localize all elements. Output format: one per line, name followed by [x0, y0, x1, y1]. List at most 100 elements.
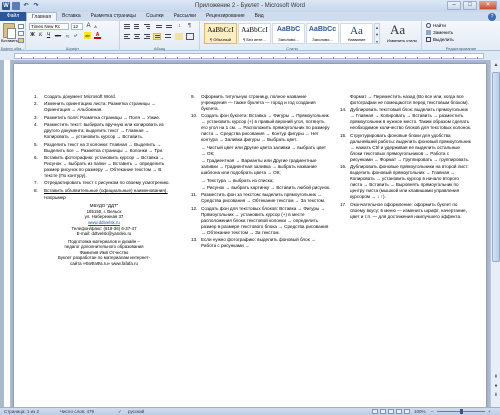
- underline-button[interactable]: Ч: [45, 32, 52, 39]
- styles-scroll-icon[interactable]: ▲ ▼ ▾: [374, 23, 380, 44]
- ruler-tick: [285, 57, 286, 59]
- next-page-icon[interactable]: ⇟: [492, 391, 500, 399]
- style-normal[interactable]: AaBbCcI ¶ Обычный: [204, 23, 237, 44]
- find-icon: [426, 23, 431, 28]
- list-item: 15. Структурировать фоновые блоки для удо…: [340, 133, 472, 163]
- title-bar: W ↶ ↷ Приложение 2 - Буклет - Microsoft …: [0, 0, 500, 12]
- justify-icon[interactable]: [153, 33, 161, 40]
- shrink-font-button[interactable]: A: [92, 23, 99, 30]
- select-button[interactable]: Выделить: [426, 37, 454, 42]
- paste-icon[interactable]: [3, 23, 16, 39]
- browse-object-icon[interactable]: ●: [492, 382, 500, 390]
- bullets-icon[interactable]: [123, 23, 131, 30]
- ruler-tick: [45, 57, 46, 59]
- copy-icon[interactable]: [18, 31, 24, 36]
- subscript-button[interactable]: x₂: [64, 32, 71, 39]
- list-number: 3.: [34, 114, 38, 120]
- font-group-label: Шрифт: [65, 46, 80, 51]
- bold-button[interactable]: Ж: [29, 32, 36, 39]
- paragraph-group-label: Абзац: [153, 46, 166, 51]
- zoom-in-button[interactable]: +: [488, 408, 491, 415]
- print-layout-icon[interactable]: [372, 409, 378, 414]
- change-styles-button[interactable]: Изменить стили: [387, 38, 417, 43]
- minimize-button[interactable]: –: [447, 1, 461, 10]
- web-layout-icon[interactable]: [388, 409, 394, 414]
- style-no-spacing[interactable]: AaBbCcI ¶ Без инте...: [238, 23, 271, 44]
- align-center-icon[interactable]: [133, 33, 141, 40]
- horizontal-ruler[interactable]: [0, 52, 500, 60]
- ruler-tick: [153, 57, 154, 59]
- list-item: → Текстура → выбрать из списка;: [191, 178, 331, 184]
- outline-icon[interactable]: [396, 409, 402, 414]
- ruler-tick: [249, 57, 250, 59]
- full-screen-icon[interactable]: [380, 409, 386, 414]
- highlight-button[interactable]: ab: [84, 32, 91, 39]
- tab-view[interactable]: Вид: [250, 12, 269, 21]
- show-marks-button[interactable]: ¶: [186, 23, 193, 30]
- word-count[interactable]: Число слов: 479: [60, 408, 94, 415]
- page-count[interactable]: Страница: 1 из 2: [4, 408, 39, 415]
- tab-insert[interactable]: Вставка: [57, 12, 86, 21]
- zoom-level[interactable]: 100%: [414, 408, 426, 415]
- tab-page-layout[interactable]: Разметка страницы: [86, 12, 141, 21]
- italic-button[interactable]: К: [37, 32, 44, 39]
- document-page[interactable]: 1. Создать документ Microsoft Word. 2. Изм…: [14, 64, 486, 407]
- help-icon[interactable]: ?: [488, 13, 496, 21]
- clipboard-group-label: Буфер обм...: [0, 46, 25, 51]
- list-text: Дублировать фоновые прямоугольники на вт…: [350, 164, 469, 200]
- cut-icon[interactable]: [18, 24, 24, 29]
- list-text: → Текстура → выбрать из списка;: [201, 177, 274, 183]
- style-name: Заголово...: [278, 37, 299, 42]
- close-button[interactable]: ✕: [479, 1, 497, 10]
- maximize-button[interactable]: □: [463, 1, 477, 10]
- list-number: 15.: [340, 132, 347, 138]
- tab-references[interactable]: Ссылки: [141, 12, 169, 21]
- font-family-select[interactable]: Times New Rc: [29, 23, 69, 30]
- tab-review[interactable]: Рецензирование: [201, 12, 250, 21]
- list-text: → Рисунок → выбрать картинку → Вставить …: [201, 184, 331, 190]
- proofing-icon[interactable]: ✓: [118, 408, 122, 415]
- ruler-tick: [333, 57, 334, 59]
- list-text: Разделить текст на 3 колонки: Главная → …: [44, 141, 164, 153]
- sort-button[interactable]: ↕: [176, 23, 183, 30]
- style-heading-2[interactable]: AaBbCc Заголово...: [306, 23, 339, 44]
- strikethrough-button[interactable]: abc: [53, 32, 63, 39]
- vertical-scrollbar[interactable]: ▲ ⇞ ● ⇟: [490, 60, 500, 407]
- scroll-thumb[interactable]: [492, 72, 500, 262]
- font-group: Times New Rc 12 A A Ж К Ч abc x₂ x² ab A…: [26, 21, 120, 51]
- tab-file[interactable]: Файл: [0, 12, 26, 21]
- prev-page-icon[interactable]: ⇞: [492, 373, 500, 381]
- borders-icon[interactable]: [186, 33, 194, 40]
- shading-icon[interactable]: [175, 33, 183, 40]
- line-spacing-icon[interactable]: [164, 33, 172, 40]
- ruler-tick: [165, 57, 166, 59]
- align-left-icon[interactable]: [123, 33, 131, 40]
- zoom-slider-knob[interactable]: [459, 409, 463, 414]
- style-title[interactable]: Aa Название: [340, 23, 373, 44]
- tab-mailings[interactable]: Рассылки: [169, 12, 201, 21]
- zoom-out-button[interactable]: –: [431, 408, 434, 415]
- change-styles-icon[interactable]: Aa: [390, 22, 405, 38]
- format-painter-icon[interactable]: [18, 38, 24, 43]
- list-text: Создать фон буклета: Вставка → Фигуры → …: [201, 113, 330, 143]
- font-size-select[interactable]: 12: [71, 23, 83, 30]
- tab-home[interactable]: Главная: [26, 12, 58, 21]
- multilevel-list-icon[interactable]: [143, 23, 151, 30]
- ruler-tick: [381, 57, 382, 59]
- increase-indent-icon[interactable]: [165, 23, 173, 30]
- replace-button[interactable]: Заменить: [426, 30, 453, 35]
- style-heading-1[interactable]: AaBbC Заголово...: [272, 23, 305, 44]
- superscript-button[interactable]: x²: [72, 32, 79, 39]
- paste-button-label[interactable]: Вставить: [1, 38, 18, 43]
- numbering-icon[interactable]: [133, 23, 141, 30]
- find-button[interactable]: Найти: [426, 23, 446, 28]
- list-number: 5.: [34, 141, 38, 147]
- grow-font-button[interactable]: A: [85, 23, 92, 30]
- document-area: 1. Создать документ Microsoft Word. 2. Изм…: [0, 60, 490, 407]
- align-right-icon[interactable]: [143, 33, 151, 40]
- decrease-indent-icon[interactable]: [155, 23, 163, 30]
- draft-icon[interactable]: [404, 409, 410, 414]
- font-color-button[interactable]: A: [94, 32, 101, 39]
- language-indicator[interactable]: русский: [128, 408, 144, 415]
- scroll-up-icon[interactable]: ▲: [492, 61, 500, 69]
